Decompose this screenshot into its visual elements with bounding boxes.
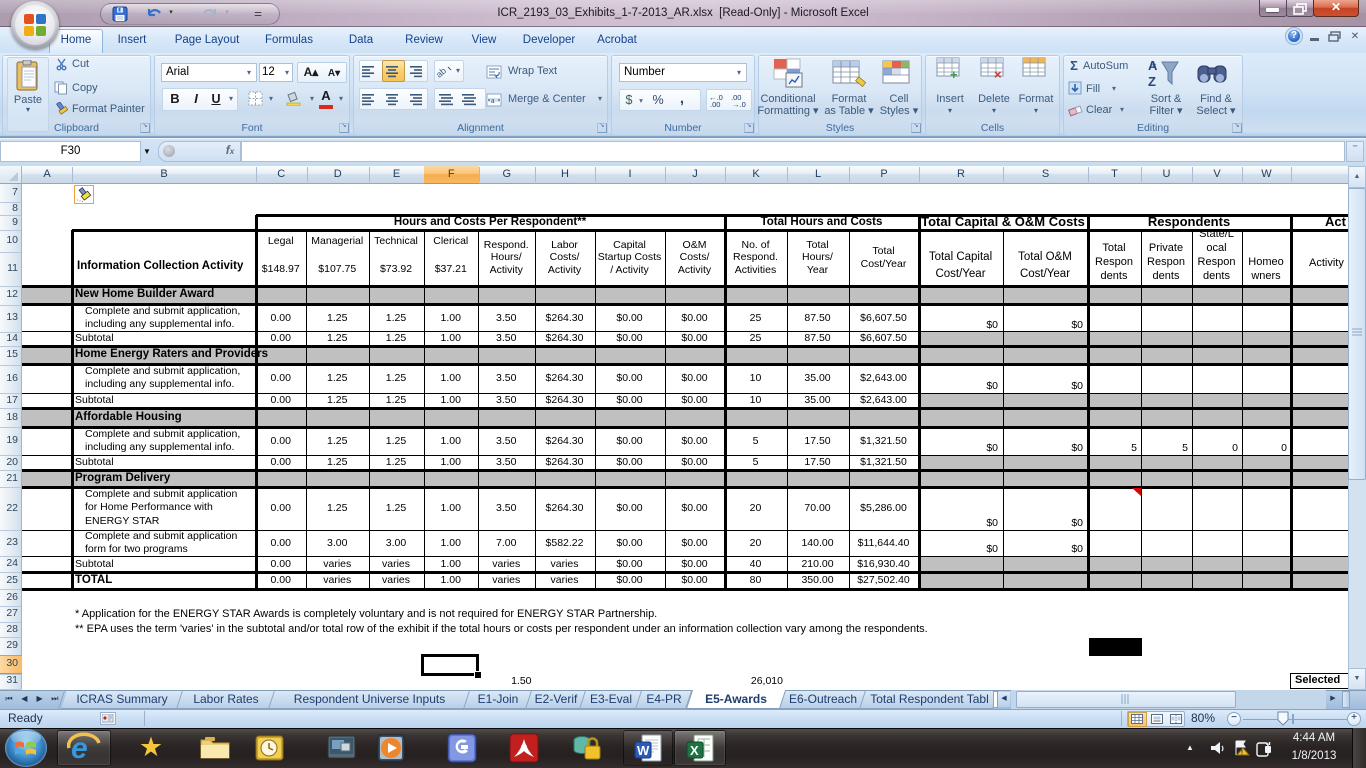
svg-text:!: ! — [1241, 751, 1243, 757]
svg-text:.00: .00 — [710, 100, 720, 108]
svg-text:a: a — [491, 96, 495, 105]
svg-text:A: A — [1148, 58, 1158, 73]
svg-text:X: X — [690, 743, 699, 758]
svg-text:ab: ab — [437, 66, 448, 78]
svg-text:+: + — [950, 67, 958, 81]
svg-text:Z: Z — [1148, 74, 1156, 89]
svg-text:×: × — [994, 67, 1002, 81]
svg-text:W: W — [637, 743, 650, 758]
